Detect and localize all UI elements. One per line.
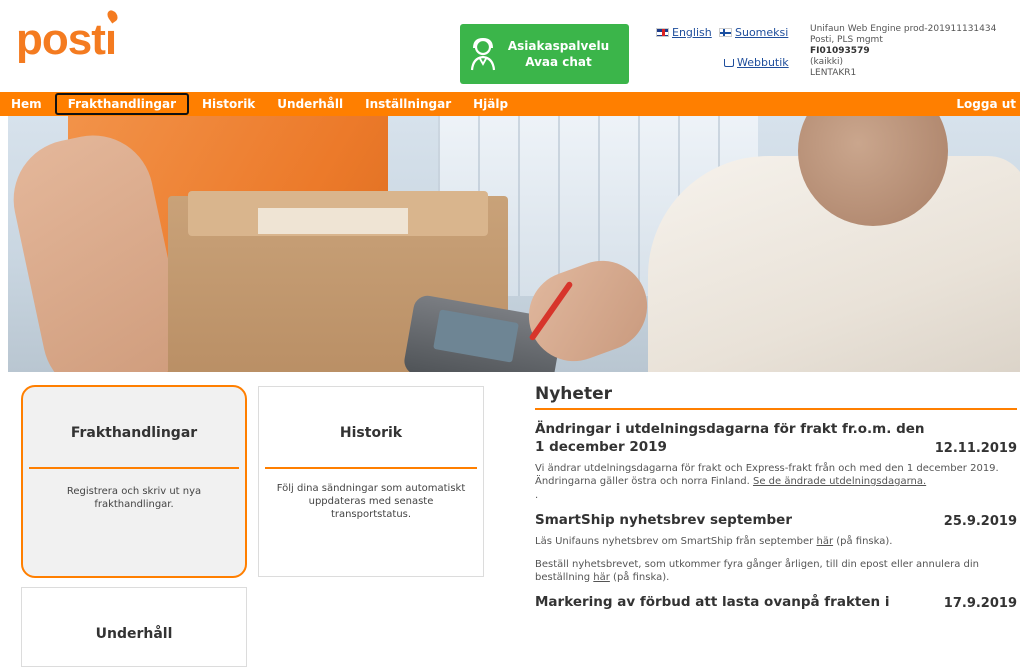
customer-service-chat-button[interactable]: Asiakaspalvelu Avaa chat xyxy=(460,24,629,84)
news-item-header: SmartShip nyhetsbrev september 25.9.2019 xyxy=(535,511,1017,529)
hero-parcel-label xyxy=(258,208,408,234)
news-item-date: 25.9.2019 xyxy=(943,514,1017,529)
cart-icon xyxy=(724,58,734,67)
logout-link[interactable]: Logga ut xyxy=(945,92,1020,116)
language-english[interactable]: English xyxy=(656,26,712,39)
nav-hem[interactable]: Hem xyxy=(0,92,53,116)
news-item-header: Ändringar i utdelningsdagarna för frakt … xyxy=(535,420,1017,456)
uk-flag-icon xyxy=(656,28,669,37)
news-item-header: Markering av förbud att lasta ovanpå fra… xyxy=(535,590,1017,611)
news-item: Ändringar i utdelningsdagarna för frakt … xyxy=(535,420,1017,501)
news-item-body: Vi ändrar utdelningsdagarna för frakt oc… xyxy=(535,462,1017,488)
news-item: Markering av förbud att lasta ovanpå fra… xyxy=(535,590,1017,611)
news-section: Nyheter Ändringar i utdelningsdagarna fö… xyxy=(535,384,1017,611)
card-divider xyxy=(265,467,477,469)
news-item-link[interactable]: Se de ändrade utdelningsdagarna. xyxy=(753,476,926,487)
card-underhall[interactable]: Underhåll xyxy=(21,587,247,667)
nav-hjalp[interactable]: Hjälp xyxy=(462,92,519,116)
news-item-extra: . xyxy=(535,490,539,501)
news-item-link[interactable]: här xyxy=(593,572,610,583)
chat-line2: Avaa chat xyxy=(525,55,592,69)
news-item-heading[interactable]: Ändringar i utdelningsdagarna för frakt … xyxy=(535,420,925,456)
logo-i: ı xyxy=(105,8,120,62)
sysinfo-line2: Posti, PLS mgmt xyxy=(810,35,883,45)
nav-installningar[interactable]: Inställningar xyxy=(354,92,462,116)
sysinfo-line5: LENTAKR1 xyxy=(810,68,857,78)
webbutik[interactable]: Webbutik xyxy=(724,56,789,69)
card-title: Underhåll xyxy=(95,626,173,642)
card-description: Registrera och skriv ut nya frakthandlin… xyxy=(66,486,202,510)
system-info: Unifaun Web Engine prod-201911131434 Pos… xyxy=(810,24,996,79)
card-title: Frakthandlingar xyxy=(70,425,198,441)
sysinfo-line4: (kaikki) xyxy=(810,57,844,67)
nav-underhall[interactable]: Underhåll xyxy=(266,92,354,116)
webbutik-link[interactable]: Webbutik xyxy=(737,56,789,69)
news-item-link[interactable]: här xyxy=(816,536,833,547)
nav-historik[interactable]: Historik xyxy=(191,92,266,116)
language-english-link[interactable]: English xyxy=(672,26,712,39)
news-item-date: 17.9.2019 xyxy=(943,596,1017,611)
card-title: Historik xyxy=(339,425,403,441)
news-item: SmartShip nyhetsbrev september 25.9.2019… xyxy=(535,511,1017,584)
card-historik[interactable]: Historik Följ dina sändningar som automa… xyxy=(258,386,484,577)
card-description: Följ dina sändningar som automatiskt upp… xyxy=(276,483,466,520)
header: post ı Asiakaspalvelu Avaa chat English S… xyxy=(0,0,1020,92)
chat-agent-icon xyxy=(470,37,496,71)
news-item-heading[interactable]: Markering av förbud att lasta ovanpå fra… xyxy=(535,593,925,611)
news-item-body-2: Beställ nyhetsbrevet, som utkommer fyra … xyxy=(535,558,1017,584)
card-frakthandlingar[interactable]: Frakthandlingar Registrera och skriv ut … xyxy=(21,385,247,578)
news-item-date: 12.11.2019 xyxy=(934,441,1017,456)
chat-line1: Asiakaspalvelu xyxy=(507,39,610,53)
news-title: Nyheter xyxy=(535,384,1017,410)
news-item-text: (på finska). xyxy=(833,536,893,547)
sysinfo-line3: FI01093579 xyxy=(810,46,870,56)
sysinfo-line1: Unifaun Web Engine prod-201911131434 xyxy=(810,24,997,34)
card-divider xyxy=(29,467,239,469)
news-item-text: Läs Unifauns nyhetsbrev om SmartShip frå… xyxy=(535,536,817,547)
news-item-body: Läs Unifauns nyhetsbrev om SmartShip frå… xyxy=(535,535,1017,548)
language-finnish[interactable]: Suomeksi xyxy=(719,26,788,39)
hero-image xyxy=(8,116,1020,372)
logo-text: post xyxy=(16,15,106,64)
news-item-text: (på finska). xyxy=(609,572,670,583)
nav-frakthandlingar[interactable]: Frakthandlingar xyxy=(54,93,189,115)
language-finnish-link[interactable]: Suomeksi xyxy=(735,26,788,39)
posti-logo[interactable]: post ı xyxy=(16,8,120,64)
finland-flag-icon xyxy=(719,28,732,37)
news-item-heading[interactable]: SmartShip nyhetsbrev september xyxy=(535,511,925,529)
main-nav: Hem Frakthandlingar Historik Underhåll I… xyxy=(0,92,1020,116)
chat-text: Asiakaspalvelu Avaa chat xyxy=(496,38,629,70)
